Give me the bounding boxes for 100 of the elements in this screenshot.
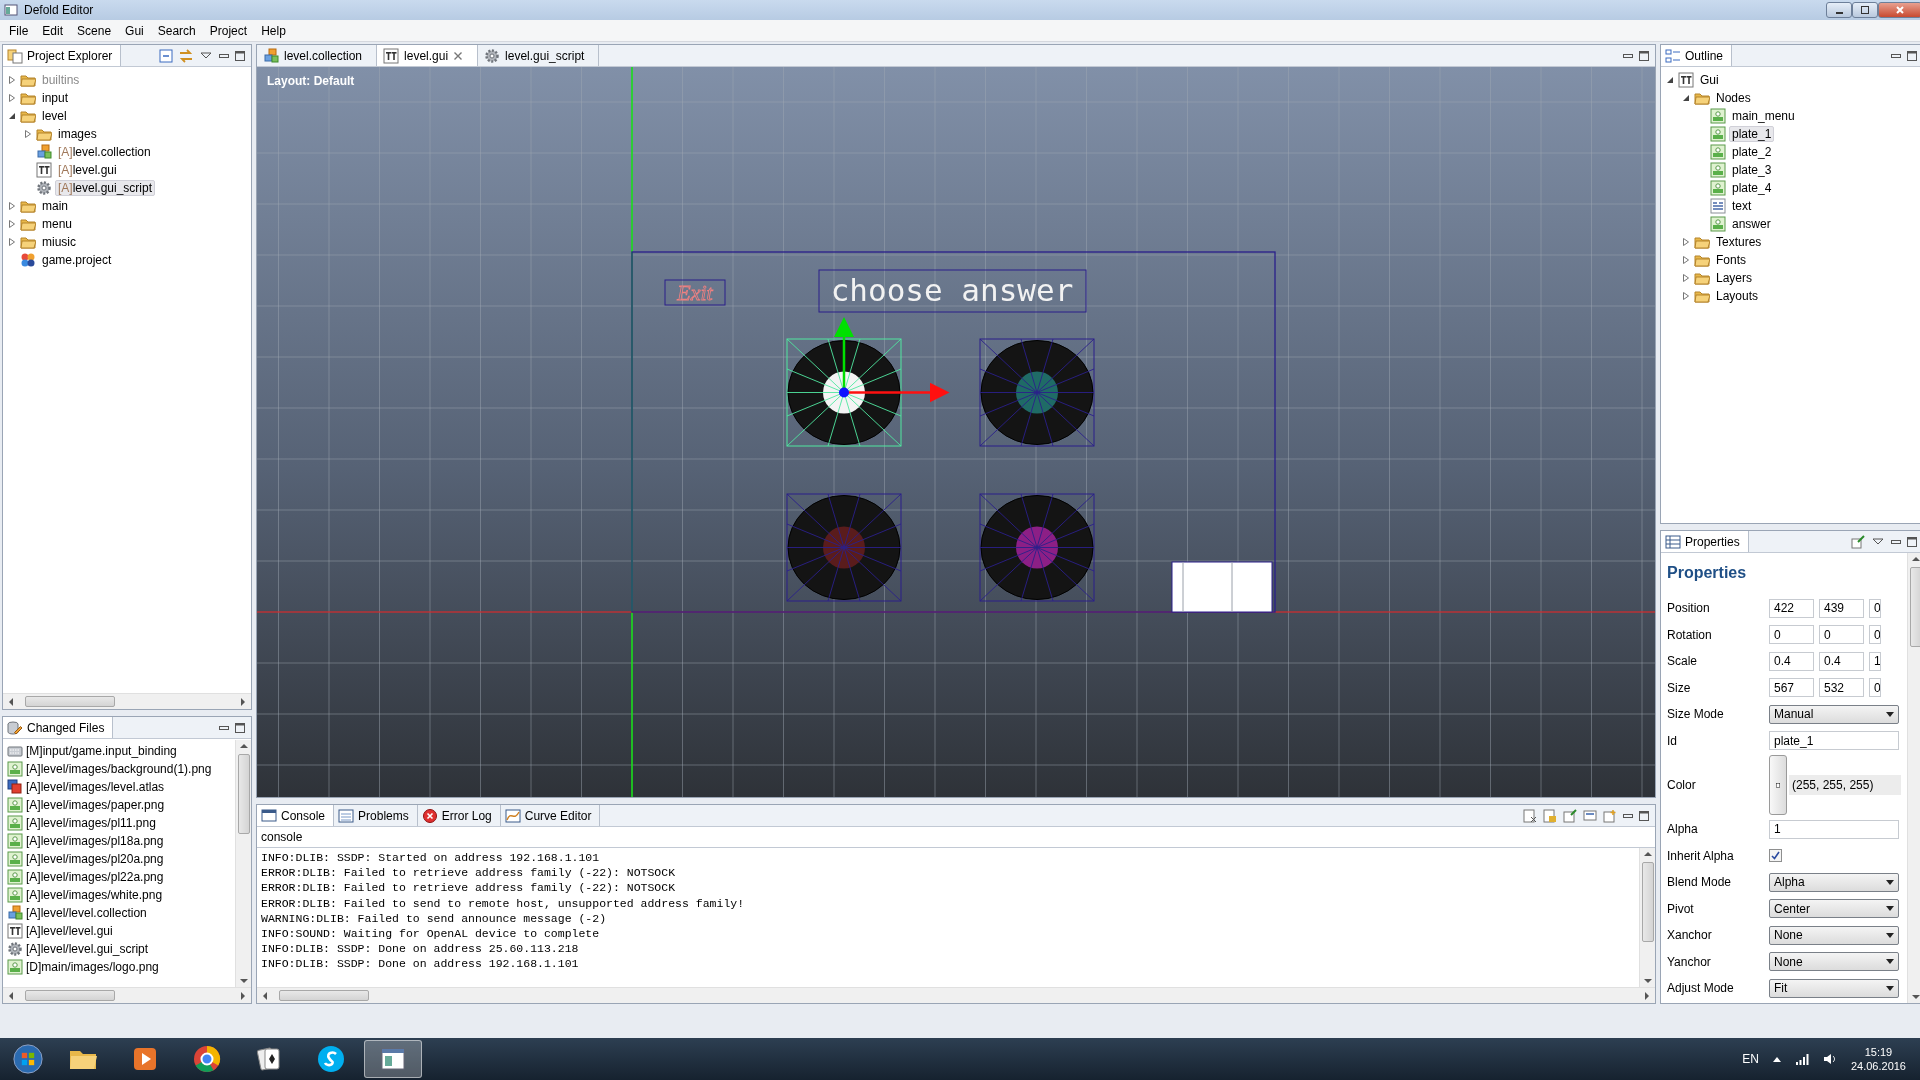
changed-file-item[interactable]: [A]level/images/white.png: [26, 886, 163, 904]
number-field[interactable]: 0: [1869, 598, 1881, 618]
panel-tab[interactable]: Project Explorer: [3, 45, 122, 66]
number-field[interactable]: 439: [1819, 598, 1864, 618]
console-tab[interactable]: Console: [257, 805, 335, 826]
dropdown[interactable]: Fit: [1769, 978, 1899, 998]
maximize-button[interactable]: [1852, 2, 1878, 18]
expander-icon[interactable]: [8, 76, 16, 84]
color-button[interactable]: [1769, 755, 1787, 815]
number-field[interactable]: 532: [1819, 678, 1864, 698]
minimize-button[interactable]: [1826, 2, 1852, 18]
tree-item[interactable]: main_menu: [1729, 108, 1798, 124]
changed-file-item[interactable]: [D]main/images/logo.png: [26, 958, 159, 976]
title-text-node[interactable]: choose answer: [818, 269, 1087, 313]
changed-file-item[interactable]: [A]level/images/level.atlas: [26, 778, 165, 796]
dropdown[interactable]: Manual: [1769, 704, 1899, 724]
tree-item[interactable]: Nodes: [1713, 90, 1754, 106]
tree-item[interactable]: menu: [39, 216, 76, 232]
panel-tab[interactable]: Properties: [1661, 531, 1749, 552]
changed-file-item[interactable]: [A]level/level.gui: [26, 922, 113, 940]
plate-node[interactable]: [979, 493, 1095, 602]
plate-node[interactable]: [786, 493, 902, 602]
answer-node[interactable]: [1171, 561, 1273, 613]
changed-file-item[interactable]: [A]level/level.collection: [26, 904, 147, 922]
tree-item[interactable]: miusic: [39, 234, 79, 250]
tree-item[interactable]: plate_1: [1729, 126, 1775, 142]
text-field[interactable]: 1: [1769, 819, 1899, 839]
top-menu-entry[interactable]: Gui: [118, 20, 151, 41]
tree-item[interactable]: [A]level.gui_script: [55, 180, 156, 196]
move-gizmo-drawing[interactable]: [834, 317, 950, 403]
tree-item[interactable]: game.project: [39, 252, 115, 268]
clock-time[interactable]: 15:19: [1864, 1045, 1893, 1059]
scrollbar-thumb[interactable]: [25, 990, 115, 1001]
number-field[interactable]: 567: [1769, 678, 1814, 698]
tree-item[interactable]: Fonts: [1713, 252, 1749, 268]
language-indicator[interactable]: EN: [1742, 1050, 1759, 1068]
tree-item[interactable]: plate_3: [1729, 162, 1775, 178]
top-menu-entry[interactable]: Scene: [70, 20, 119, 41]
changed-file-item[interactable]: [A]level/images/pl20a.png: [26, 850, 164, 868]
top-menu-entry[interactable]: Edit: [35, 20, 71, 41]
plate-node[interactable]: [979, 338, 1095, 447]
changed-file-item[interactable]: [A]level/images/pl11.png: [26, 814, 156, 832]
tree-item[interactable]: input: [39, 90, 72, 106]
scrollbar-thumb[interactable]: [1909, 567, 1920, 647]
tree-item[interactable]: plate_2: [1729, 144, 1775, 160]
changed-file-item[interactable]: [M]input/game.input_binding: [26, 742, 177, 760]
expander-icon[interactable]: [1666, 76, 1674, 84]
close-button[interactable]: [1878, 2, 1920, 18]
expander-icon[interactable]: [1682, 292, 1690, 300]
tree-item[interactable]: text: [1729, 198, 1755, 214]
expander-icon[interactable]: [8, 202, 16, 210]
changed-file-item[interactable]: [A]level/level.gui_script: [26, 940, 149, 958]
tree-item[interactable]: Gui: [1697, 72, 1722, 88]
panel-tab[interactable]: Changed Files: [3, 717, 114, 738]
scrollbar-thumb[interactable]: [25, 696, 115, 707]
changed-file-item[interactable]: [A]level/images/pl22a.png: [26, 868, 164, 886]
scrollbar-thumb[interactable]: [1641, 862, 1654, 942]
tree-item[interactable]: Layouts: [1713, 288, 1762, 304]
top-menu-entry[interactable]: Project: [202, 20, 255, 41]
expander-icon[interactable]: [8, 238, 16, 246]
changed-file-item[interactable]: [A]level/images/background(1).png: [26, 760, 212, 778]
dropdown[interactable]: None: [1769, 952, 1899, 972]
scrollbar-thumb[interactable]: [237, 754, 250, 834]
expander-icon[interactable]: [1682, 274, 1690, 282]
expander-icon[interactable]: [1682, 256, 1690, 264]
expander-icon[interactable]: [8, 94, 16, 102]
expander-icon[interactable]: [8, 220, 16, 228]
expander-icon[interactable]: [24, 130, 32, 138]
expander-icon[interactable]: [1682, 238, 1690, 246]
expander-icon[interactable]: [8, 112, 16, 120]
number-field[interactable]: 1: [1869, 651, 1881, 671]
top-menu-entry[interactable]: File: [2, 20, 36, 41]
number-field[interactable]: 0: [1869, 625, 1881, 645]
tree-item[interactable]: builtins: [39, 72, 83, 88]
tree-item[interactable]: level: [39, 108, 70, 124]
tree-item[interactable]: [A]level.gui: [55, 162, 120, 178]
number-field[interactable]: 0: [1769, 625, 1814, 645]
top-menu-entry[interactable]: Help: [254, 20, 293, 41]
expander-icon[interactable]: [1682, 94, 1690, 102]
tree-item[interactable]: answer: [1729, 216, 1774, 232]
tree-item[interactable]: Textures: [1713, 234, 1765, 250]
editor-tab[interactable]: level.gui: [377, 45, 479, 66]
changed-file-item[interactable]: [A]level/images/paper.png: [26, 796, 165, 814]
changed-file-item[interactable]: [A]level/images/pl18a.png: [26, 832, 164, 850]
top-menu-entry[interactable]: Search: [150, 20, 203, 41]
checkbox[interactable]: [1769, 849, 1782, 863]
number-field[interactable]: 0: [1869, 678, 1881, 698]
scrollbar-thumb[interactable]: [279, 990, 369, 1001]
dropdown[interactable]: Alpha: [1769, 872, 1899, 892]
clock-date[interactable]: 24.06.2016: [1850, 1059, 1906, 1073]
panel-tab[interactable]: Outline: [1661, 45, 1733, 66]
tree-item[interactable]: Layers: [1713, 270, 1756, 286]
tree-item[interactable]: plate_4: [1729, 180, 1775, 196]
tree-item[interactable]: images: [55, 126, 100, 142]
text-field[interactable]: plate_1: [1769, 731, 1899, 751]
tree-item[interactable]: main: [39, 198, 71, 214]
number-field[interactable]: 422: [1769, 598, 1814, 618]
tree-item[interactable]: [A]level.collection: [55, 144, 154, 160]
number-field[interactable]: 0: [1819, 625, 1864, 645]
dropdown[interactable]: None: [1769, 925, 1899, 945]
